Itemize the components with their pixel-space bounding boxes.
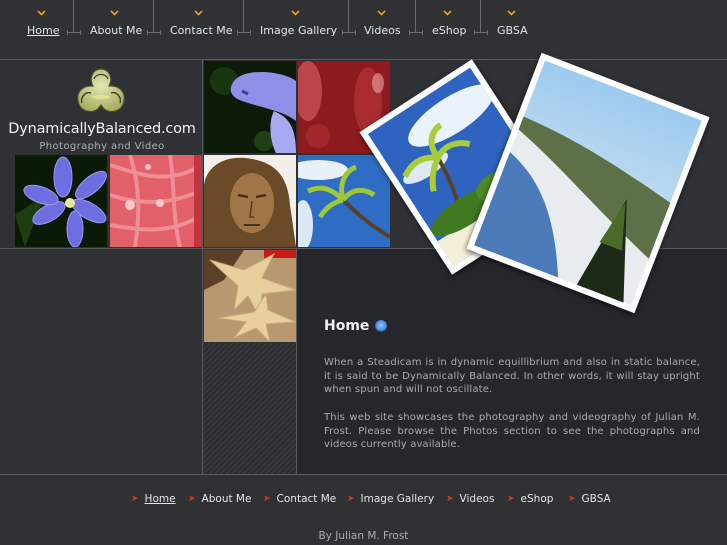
photo-starfish [204, 250, 296, 342]
thumbnail-starfish[interactable] [204, 250, 296, 342]
footer-link-gbsa[interactable]: ➤ GBSA [568, 493, 611, 505]
divider [0, 474, 727, 475]
photo-palm-tree [298, 155, 390, 247]
hatched-panel [203, 343, 296, 474]
bullet-arrow-icon: ➤ [507, 494, 515, 504]
nav-separator [409, 0, 423, 40]
nav-separator [147, 0, 161, 40]
chevron-down-icon [37, 10, 46, 16]
nav-item-gbsa[interactable]: GBSA [497, 0, 528, 59]
thumbnail-blue-petal[interactable] [204, 61, 296, 153]
photo-blue-star-flower [15, 155, 107, 247]
nav-separator [67, 0, 81, 40]
nav-link-eshop[interactable]: eShop [432, 24, 466, 37]
site-logo[interactable]: DynamicallyBalanced.com Photography and … [0, 60, 202, 154]
bullet-arrow-icon: ➤ [347, 494, 355, 504]
trefoil-logo-icon [77, 68, 125, 113]
nav-separator [474, 0, 488, 40]
site-subtitle: Photography and Video [39, 141, 165, 152]
info-orb-icon [375, 320, 387, 332]
photo-pink-gerbera [110, 155, 202, 247]
chevron-down-icon [507, 10, 516, 16]
footer-link-about-me[interactable]: ➤ About Me [188, 493, 251, 505]
footer-link-contact-me[interactable]: ➤ Contact Me [263, 493, 336, 505]
nav-link-gbsa[interactable]: GBSA [497, 24, 528, 37]
nav-separator [342, 0, 356, 40]
thumbnail-bronze-statue[interactable] [204, 155, 296, 247]
site-title: DynamicallyBalanced.com [8, 121, 196, 137]
chevron-down-icon [443, 10, 452, 16]
thumbnail-pink-gerbera[interactable] [110, 155, 202, 247]
page-title: Home [324, 318, 370, 334]
about-site-paragraph: This web site showcases the photography … [324, 412, 700, 451]
nav-item-home[interactable]: Home [27, 0, 59, 59]
nav-item-image-gallery[interactable]: Image Gallery [260, 0, 337, 59]
nav-link-about-me[interactable]: About Me [90, 24, 142, 37]
bullet-arrow-icon: ➤ [568, 494, 576, 504]
nav-link-home[interactable]: Home [27, 24, 59, 37]
bullet-arrow-icon: ➤ [188, 494, 196, 504]
chevron-down-icon [291, 10, 300, 16]
footer-link-home[interactable]: ➤ Home [131, 493, 176, 505]
author-credit: By Julian M. Frost [318, 530, 409, 542]
footer-link-image-gallery[interactable]: ➤ Image Gallery [347, 493, 434, 505]
footer-link-videos[interactable]: ➤ Videos [446, 493, 494, 505]
nav-item-videos[interactable]: Videos [364, 0, 401, 59]
footer-navigation: ➤ Home ➤ About Me ➤ Contact Me ➤ Image Galle… [0, 493, 727, 509]
nav-item-eshop[interactable]: eShop [432, 0, 466, 59]
bullet-arrow-icon: ➤ [446, 494, 454, 504]
thumbnail-blue-star-flower[interactable] [15, 155, 107, 247]
bullet-arrow-icon: ➤ [131, 494, 139, 504]
nav-item-about-me[interactable]: About Me [90, 0, 142, 59]
bullet-arrow-icon: ➤ [263, 494, 271, 504]
chevron-down-icon [377, 10, 386, 16]
nav-link-image-gallery[interactable]: Image Gallery [260, 24, 337, 37]
nav-link-videos[interactable]: Videos [364, 24, 401, 37]
nav-link-contact-me[interactable]: Contact Me [170, 24, 233, 37]
photo-bronze-statue [204, 155, 296, 247]
nav-separator [237, 0, 251, 40]
intro-paragraph: When a Steadicam is in dynamic equillibr… [324, 357, 700, 396]
chevron-down-icon [110, 10, 119, 16]
top-navigation: Home About Me Contact Me Image Gallery V… [0, 0, 727, 59]
thumbnail-palm-tree[interactable] [298, 155, 390, 247]
footer-link-eshop[interactable]: ➤ eShop [507, 493, 553, 505]
nav-item-contact-me[interactable]: Contact Me [170, 0, 233, 59]
chevron-down-icon [194, 10, 203, 16]
photo-blue-petal [204, 61, 296, 153]
